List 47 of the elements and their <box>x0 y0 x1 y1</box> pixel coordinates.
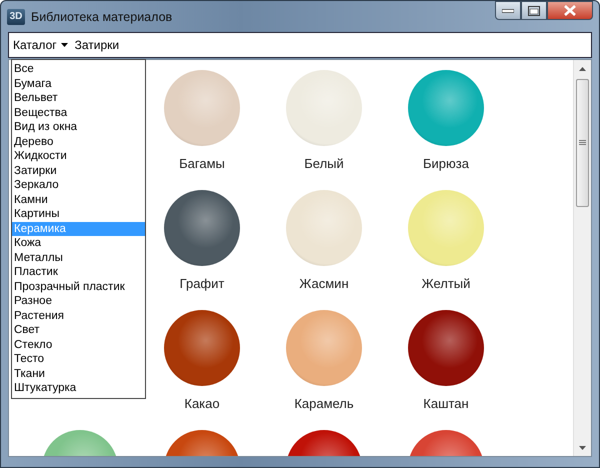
material-name: Какао <box>184 396 220 411</box>
material-name: Желтый <box>422 276 470 291</box>
material-name: Бирюза <box>423 156 469 171</box>
minimize-button[interactable] <box>495 1 521 20</box>
category-item[interactable]: Свет <box>12 323 145 338</box>
vertical-scrollbar[interactable] <box>573 60 591 456</box>
category-item[interactable]: Пластик <box>12 265 145 280</box>
category-item[interactable]: Дерево <box>12 134 145 149</box>
catalog-menu-button[interactable]: Каталог <box>13 38 68 52</box>
category-item[interactable]: Затирки <box>12 164 145 178</box>
scroll-up-icon[interactable] <box>579 66 586 70</box>
category-item[interactable]: Ткани <box>12 366 145 381</box>
material-name: Карамель <box>294 396 354 411</box>
grip-icon <box>579 140 586 146</box>
category-item[interactable]: Прозрачный пластик <box>12 280 145 294</box>
category-item[interactable]: Растения <box>12 308 145 323</box>
close-button[interactable] <box>547 1 593 20</box>
caret-icon <box>60 43 68 47</box>
maximize-icon <box>528 6 540 16</box>
category-item[interactable]: Стекло <box>12 338 145 352</box>
category-item[interactable]: Тесто <box>12 352 145 366</box>
category-item[interactable]: Вид из окна <box>12 120 145 134</box>
category-item[interactable]: Вещества <box>12 106 145 120</box>
material-name: Графит <box>180 276 224 291</box>
category-item[interactable]: Штукатурка <box>12 381 145 396</box>
category-item[interactable]: Вельвет <box>12 91 145 106</box>
category-item[interactable]: Картины <box>12 207 145 222</box>
category-item[interactable]: Жидкости <box>12 149 145 164</box>
material-name: Багамы <box>179 156 225 171</box>
category-item[interactable]: Металлы <box>12 250 145 265</box>
window-title: Библиотека материалов <box>31 10 172 24</box>
category-item[interactable]: Кожа <box>12 236 145 250</box>
material-name: Каштан <box>423 396 469 411</box>
current-category: Затирки <box>74 38 120 52</box>
minimize-icon <box>502 8 514 12</box>
material-name: Белый <box>304 156 344 171</box>
category-item[interactable]: Бумага <box>12 76 145 91</box>
category-item[interactable]: Разное <box>12 294 145 308</box>
material-name: Жасмин <box>299 276 349 291</box>
scroll-down-icon[interactable] <box>579 446 586 450</box>
app-logo-icon: 3D <box>7 8 25 24</box>
category-item[interactable]: Все <box>12 62 145 76</box>
category-item[interactable]: Камни <box>12 192 145 207</box>
maximize-button[interactable] <box>521 1 547 20</box>
category-item[interactable]: Зеркало <box>12 178 145 192</box>
scroll-thumb[interactable] <box>576 79 589 207</box>
close-icon <box>564 5 576 16</box>
